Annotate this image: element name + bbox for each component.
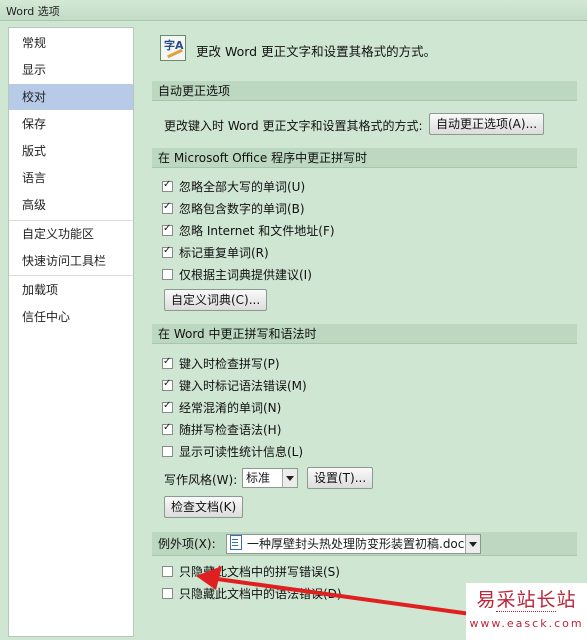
sidebar: 常规 显示 校对 保存 版式 语言 高级 自定义功能区 快速访问工具栏 加载项 … [8,27,134,637]
proofing-panel: 字A 更改 Word 更正文字和设置其格式的方式。 自动更正选项 更改键入时 W… [142,27,587,640]
ignore-internet-label: 忽略 Internet 和文件地址(F) [179,223,335,238]
exceptions-document-name: 一种厚壁封头热处理防变形装置初稿.doc [247,537,465,551]
ignore-numbers-option[interactable]: 忽略包含数字的单词(B) [162,199,305,217]
exceptions-document-select[interactable]: 一种厚壁封头热处理防变形装置初稿.doc [226,534,481,554]
sidebar-item-proofing[interactable]: 校对 [9,84,133,110]
watermark-url: www.easck.com [469,617,584,630]
readability-stats-label: 显示可读性统计信息(L) [179,444,304,459]
hide-grammar-errors-checkbox[interactable] [162,587,173,599]
hide-spelling-errors-option[interactable]: 只隐藏此文档中的拼写错误(S) [162,562,340,580]
hide-spelling-errors-label: 只隐藏此文档中的拼写错误(S) [179,564,340,579]
watermark: 易采站长站 www.easck.com [466,583,587,640]
autocorrect-prompt: 更改键入时 Word 更正文字和设置其格式的方式: [164,119,423,133]
ignore-numbers-label: 忽略包含数字的单词(B) [179,201,305,216]
ignore-uppercase-checkbox[interactable] [162,179,173,192]
sidebar-item-customize-ribbon[interactable]: 自定义功能区 [9,221,133,247]
chevron-down-icon[interactable] [282,469,297,487]
writing-style-label: 写作风格(W): [164,473,238,487]
writing-style-select[interactable]: 标准 [242,468,298,488]
main-dictionary-only-option[interactable]: 仅根据主词典提供建议(I) [162,265,312,283]
ignore-uppercase-option[interactable]: 忽略全部大写的单词(U) [162,177,305,195]
ignore-internet-checkbox[interactable] [162,223,173,236]
ignore-internet-option[interactable]: 忽略 Internet 和文件地址(F) [162,221,335,239]
title-bar: Word 选项 [0,0,587,21]
grammar-with-spelling-checkbox[interactable] [162,422,173,435]
ignore-numbers-checkbox[interactable] [162,201,173,214]
sidebar-item-quick-access[interactable]: 快速访问工具栏 [9,248,133,274]
flag-repeated-label: 标记重复单词(R) [179,245,269,260]
grammar-with-spelling-label: 随拼写检查语法(H) [179,422,282,437]
exceptions-label: 例外项(X): [158,537,216,551]
chevron-down-icon[interactable] [465,535,480,553]
main-dictionary-only-checkbox[interactable] [162,268,173,280]
confused-words-option[interactable]: 经常混淆的单词(N) [162,398,281,416]
custom-dictionaries-button[interactable]: 自定义词典(C)... [164,289,268,311]
mark-grammar-label: 键入时标记语法错误(M) [179,378,307,393]
sidebar-item-save[interactable]: 保存 [9,111,133,137]
check-spelling-option[interactable]: 键入时检查拼写(P) [162,354,280,372]
window-title: Word 选项 [6,5,60,18]
word-spelling-header: 在 Word 中更正拼写和语法时 [152,324,577,344]
sidebar-item-addins[interactable]: 加载项 [9,277,133,303]
watermark-divider [496,611,556,614]
mark-grammar-option[interactable]: 键入时标记语法错误(M) [162,376,307,394]
writing-style-value: 标准 [246,471,271,485]
readability-stats-option[interactable]: 显示可读性统计信息(L) [162,442,303,460]
check-document-button[interactable]: 检查文档(K) [164,496,244,518]
flag-repeated-option[interactable]: 标记重复单词(R) [162,243,269,261]
grammar-settings-button[interactable]: 设置(T)... [307,467,374,489]
hide-grammar-errors-option[interactable]: 只隐藏此文档中的语法错误(D) [162,584,342,602]
abc-proofing-icon: 字A [160,35,186,61]
office-spelling-header: 在 Microsoft Office 程序中更正拼写时 [152,148,577,168]
grammar-with-spelling-option[interactable]: 随拼写检查语法(H) [162,420,281,438]
hide-spelling-errors-checkbox[interactable] [162,565,173,577]
sidebar-divider [9,275,133,276]
mark-grammar-checkbox[interactable] [162,378,173,391]
sidebar-item-trust-center[interactable]: 信任中心 [9,304,133,330]
sidebar-item-advanced[interactable]: 高级 [9,192,133,218]
autocorrect-options-button[interactable]: 自动更正选项(A)... [429,113,545,135]
autocorrect-header: 自动更正选项 [152,81,577,101]
check-spelling-label: 键入时检查拼写(P) [179,356,280,371]
ignore-uppercase-label: 忽略全部大写的单词(U) [179,179,306,194]
readability-stats-checkbox[interactable] [162,445,173,457]
main-dictionary-only-label: 仅根据主词典提供建议(I) [179,267,312,282]
flag-repeated-checkbox[interactable] [162,245,173,258]
sidebar-item-layout[interactable]: 版式 [9,138,133,164]
sidebar-item-general[interactable]: 常规 [9,30,133,56]
intro-text: 更改 Word 更正文字和设置其格式的方式。 [196,44,437,59]
confused-words-checkbox[interactable] [162,400,173,413]
confused-words-label: 经常混淆的单词(N) [179,400,282,415]
word-document-icon [230,535,242,550]
check-spelling-checkbox[interactable] [162,356,173,369]
sidebar-item-display[interactable]: 显示 [9,57,133,83]
watermark-text: 易采站长站 [476,589,577,611]
hide-grammar-errors-label: 只隐藏此文档中的语法错误(D) [179,586,342,601]
sidebar-item-language[interactable]: 语言 [9,165,133,191]
